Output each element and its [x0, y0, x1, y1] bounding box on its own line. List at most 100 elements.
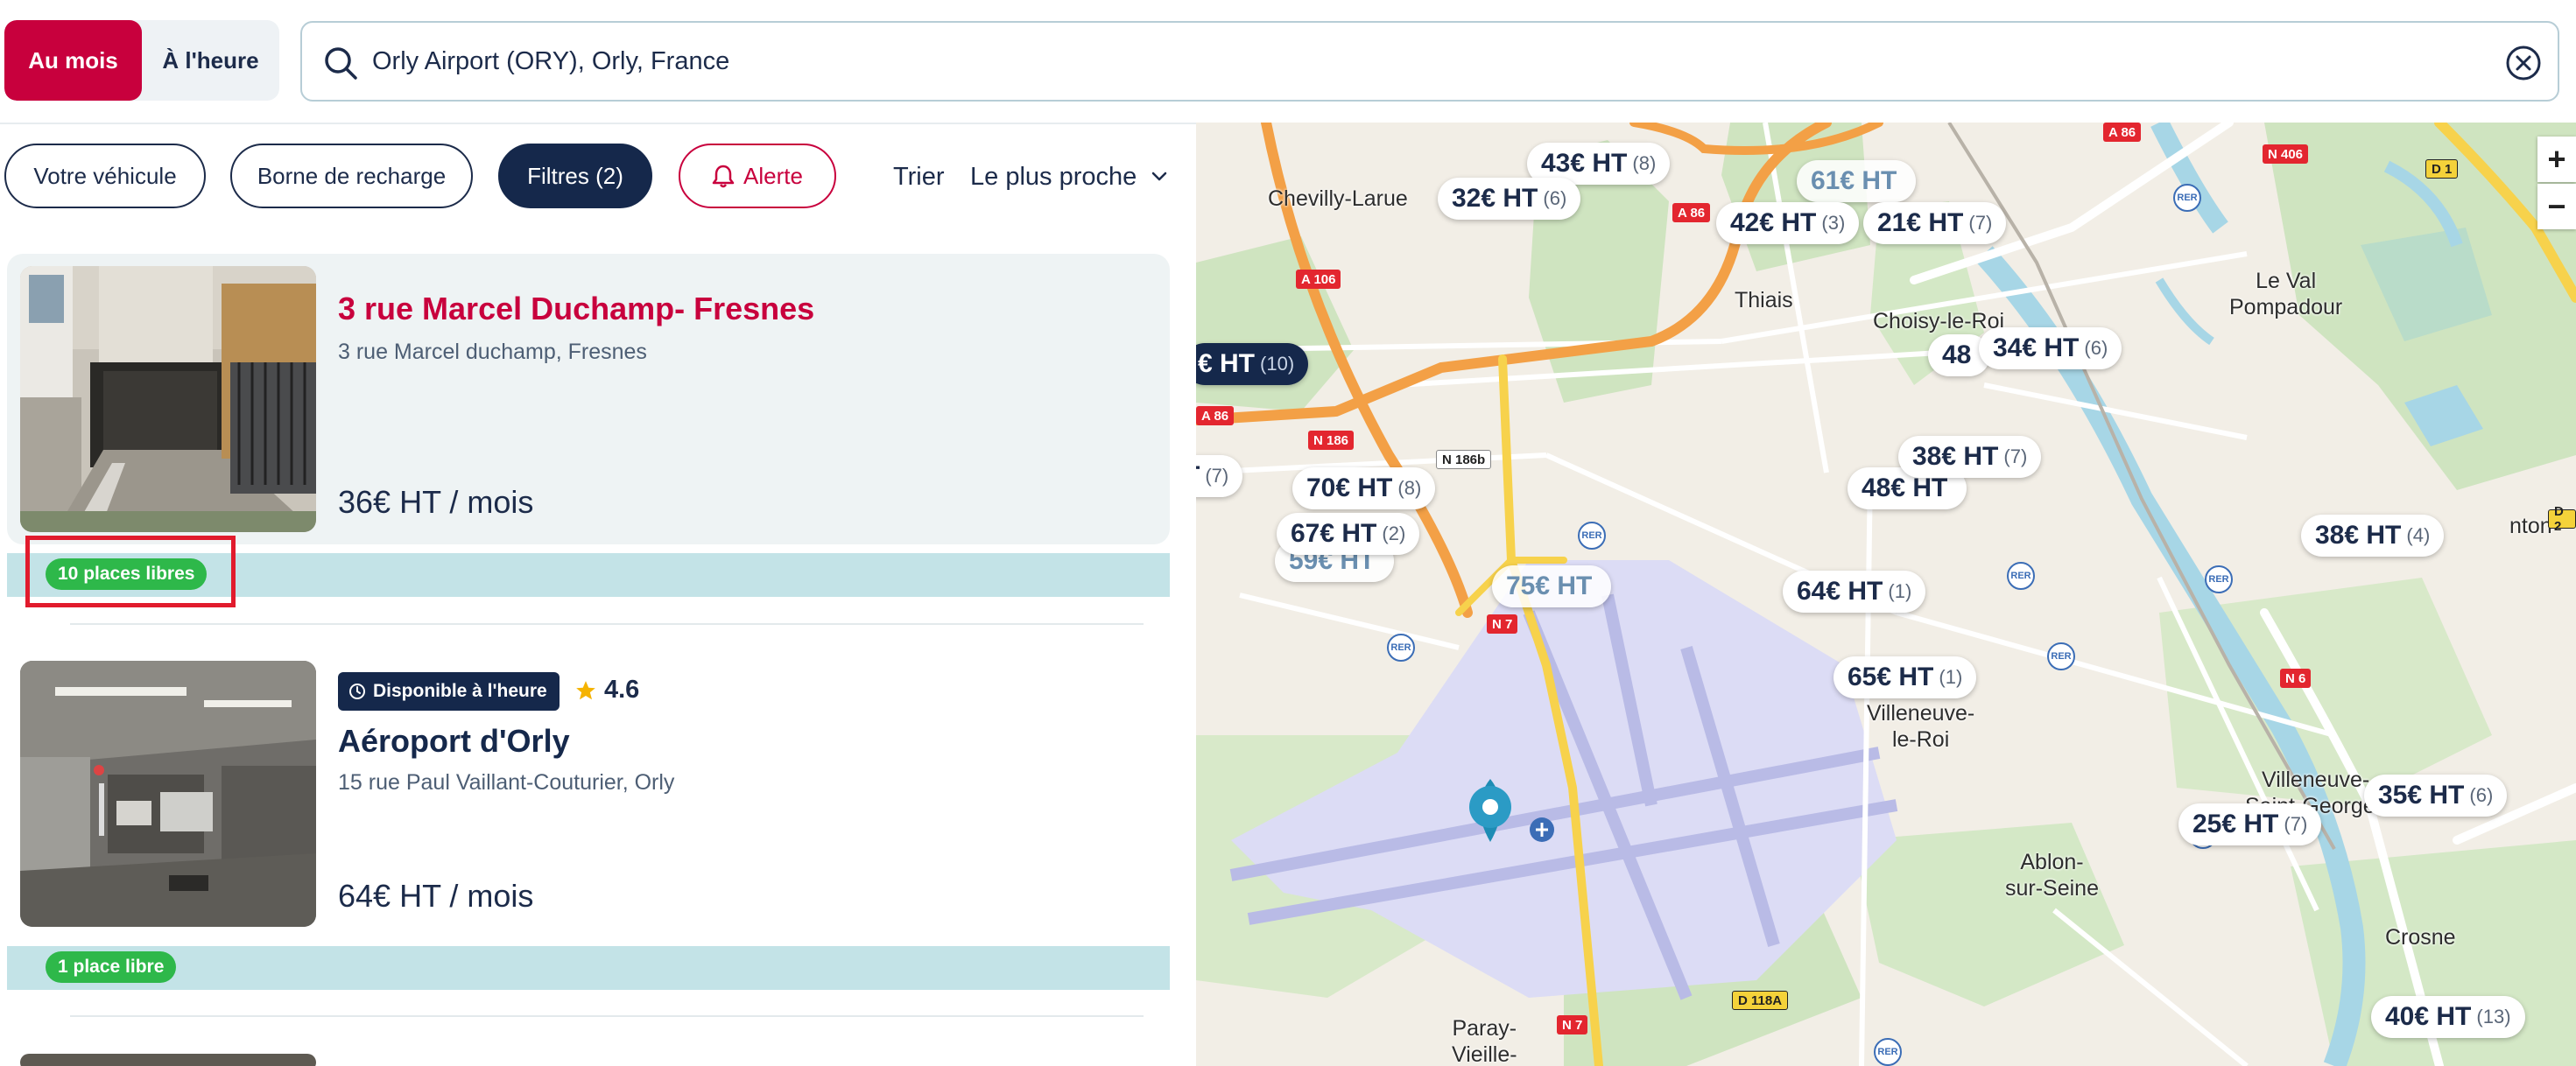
- marker-price: 48: [1942, 340, 1972, 369]
- road-shield: N 7: [1487, 614, 1518, 634]
- marker-price: 25€ HT: [2192, 810, 2279, 838]
- place-label: Le Val Pompadour: [2229, 269, 2343, 319]
- road-shield: N 7: [1557, 1015, 1588, 1034]
- rer-icon: RER: [2047, 642, 2075, 670]
- availability-bar: [7, 946, 1170, 990]
- listing-separator: [70, 1015, 1144, 1017]
- star-icon: [576, 680, 595, 699]
- marker-count: (6): [1543, 187, 1567, 209]
- marker-price: 35€ HT: [2378, 781, 2465, 810]
- price-marker[interactable]: 35€ HT (6): [2364, 775, 2508, 817]
- hourly-mode-button[interactable]: À l'heure: [142, 20, 279, 101]
- marker-price: 65€ HT: [1848, 663, 1934, 691]
- road-shield: A 86: [2103, 123, 2142, 142]
- place-label: Paray- Vieille-: [1452, 1016, 1517, 1066]
- price-marker[interactable]: 70€ HT (8): [1292, 467, 1436, 509]
- listing-photo: [20, 266, 316, 532]
- marker-count: (4): [2406, 524, 2431, 546]
- marker-count: (6): [2469, 784, 2494, 806]
- charger-filter-button[interactable]: Borne de recharge: [230, 144, 473, 208]
- listing-address: 3 rue Marcel duchamp, Fresnes: [338, 340, 647, 364]
- rer-icon: RER: [2173, 184, 2201, 212]
- clock-icon: [349, 684, 365, 699]
- listing-price: 36€ HT / mois: [338, 484, 534, 520]
- road-shield: N 186b: [1436, 450, 1492, 469]
- marker-count: (6): [2084, 337, 2108, 359]
- marker-count: (2): [1382, 522, 1406, 544]
- price-marker[interactable]: 64€ HT (1): [1783, 571, 1926, 613]
- chevron-down-icon[interactable]: [1149, 166, 1170, 187]
- search-input[interactable]: Orly Airport (ORY), Orly, France: [300, 21, 2559, 102]
- listing-title[interactable]: Aéroport d'Orly: [338, 723, 570, 760]
- place-label: Ablon- sur-Seine: [2005, 850, 2099, 901]
- place-label: Choisy-le-Roi: [1873, 309, 2005, 333]
- marker-price: 38€ HT: [2315, 521, 2402, 550]
- highlight-box: [25, 536, 236, 607]
- place-label: Chevilly-Larue: [1268, 186, 1408, 211]
- rer-icon: RER: [1578, 522, 1606, 550]
- listing-separator: [70, 623, 1144, 625]
- sort-label: Trier: [893, 163, 945, 191]
- marker-count: (8): [1632, 152, 1657, 174]
- top-divider: [0, 123, 1196, 124]
- price-marker[interactable]: 32€ HT (6): [1438, 178, 1581, 220]
- listing-title[interactable]: 3 rue Marcel Duchamp- Fresnes: [338, 291, 814, 327]
- place-label: Villeneuve- le-Roi: [1867, 701, 1975, 752]
- price-marker[interactable]: 40€ HT (13): [2371, 996, 2525, 1038]
- marker-count: (8): [1397, 477, 1422, 499]
- price-marker[interactable]: 61€ HT: [1797, 160, 1917, 202]
- price-marker[interactable]: 38€ HT (7): [1898, 436, 2042, 478]
- listing-address: 15 rue Paul Vaillant-Couturier, Orly: [338, 770, 675, 795]
- price-marker[interactable]: 25€ HT (7): [2178, 803, 2322, 845]
- zoom-out-button[interactable]: −: [2537, 184, 2576, 229]
- marker-count: (7): [2284, 813, 2308, 835]
- price-marker[interactable]: T(7): [1196, 455, 1243, 497]
- marker-count: (3): [1821, 212, 1846, 234]
- search-value: Orly Airport (ORY), Orly, France: [372, 47, 730, 75]
- marker-count: (1): [1939, 666, 1963, 688]
- marker-count: (7): [2003, 445, 2028, 467]
- price-marker[interactable]: 42€ HT (3): [1716, 202, 1860, 244]
- price-marker[interactable]: 21€ HT (7): [1863, 202, 2007, 244]
- listing-photo: [20, 661, 316, 927]
- road-shield: A 106: [1296, 270, 1341, 289]
- monthly-mode-button[interactable]: Au mois: [4, 20, 142, 101]
- vehicle-filter-button[interactable]: Votre véhicule: [4, 144, 206, 208]
- road-shield: A 86: [1196, 406, 1235, 425]
- top-bar: Au mois À l'heure Orly Airport (ORY), Or…: [0, 0, 2576, 123]
- listing-photo: [20, 1054, 316, 1066]
- listing-price: 64€ HT / mois: [338, 878, 534, 914]
- marker-price: 32€ HT: [1452, 184, 1538, 213]
- price-marker[interactable]: 65€ HT (1): [1833, 656, 1977, 698]
- price-marker[interactable]: 75€ HT: [1492, 565, 1612, 607]
- zoom-in-button[interactable]: +: [2537, 137, 2576, 182]
- rating-value: 4.6: [604, 676, 640, 704]
- marker-price: € HT: [1198, 349, 1256, 378]
- bell-icon: [712, 165, 735, 188]
- road-shield: D 118A: [1732, 991, 1789, 1010]
- hourly-availability-badge: Disponible à l'heure: [338, 672, 560, 711]
- sort-dropdown[interactable]: Le plus proche: [970, 163, 1137, 192]
- clear-search-icon[interactable]: [2505, 45, 2542, 81]
- marker-price: 48€ HT: [1862, 473, 1948, 502]
- mode-toggle: Au mois À l'heure: [4, 20, 279, 101]
- marker-count: (7): [1968, 212, 1993, 234]
- map[interactable]: Chevilly-Larue Thiais Choisy-le-Roi Le V…: [1196, 123, 2576, 1066]
- road-shield: N 406: [2263, 144, 2309, 164]
- marker-price: 42€ HT: [1730, 208, 1817, 237]
- road-shield: N 6: [2280, 669, 2312, 688]
- marker-count: (7): [1205, 465, 1229, 487]
- price-marker[interactable]: 67€ HT (2): [1277, 513, 1420, 555]
- price-marker[interactable]: 38€ HT (4): [2301, 515, 2445, 557]
- price-marker[interactable]: 34€ HT (6): [1979, 327, 2122, 369]
- alert-button[interactable]: Alerte: [679, 144, 836, 208]
- marker-price: 61€ HT: [1811, 166, 1897, 195]
- alert-label: Alerte: [743, 162, 803, 189]
- marker-price: 34€ HT: [1993, 333, 2080, 362]
- road-shield: D 2: [2548, 504, 2576, 534]
- rating: 4.6: [574, 676, 639, 705]
- price-marker[interactable]: € HT (10): [1196, 343, 1309, 385]
- rer-icon: RER: [1874, 1038, 1902, 1066]
- marker-price: 64€ HT: [1797, 577, 1883, 606]
- filters-button[interactable]: Filtres (2): [498, 144, 652, 208]
